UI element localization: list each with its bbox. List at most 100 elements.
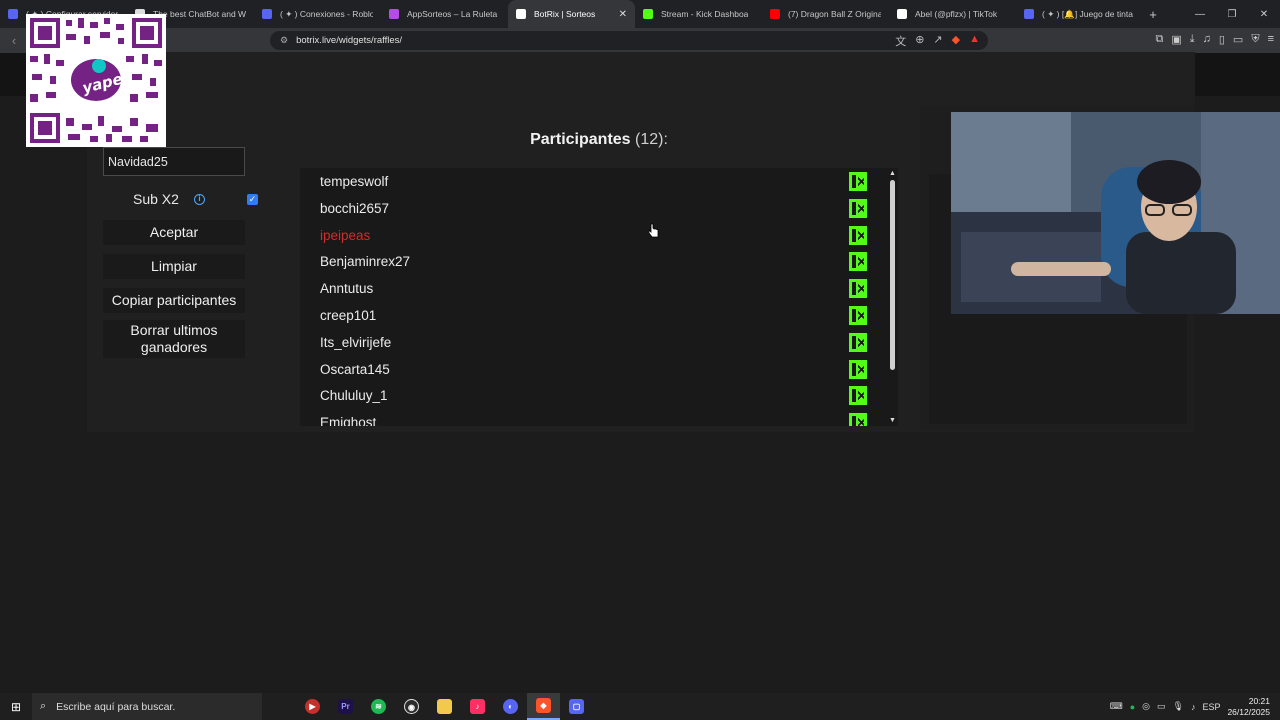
url-bar[interactable]: ⚙ botrix.live/widgets/raffles/ 文 ⊕ ↗ ◆ ▲ bbox=[270, 31, 988, 50]
share-icon[interactable]: ↗ bbox=[933, 33, 942, 49]
participant-row[interactable]: bocchi2657 bbox=[320, 195, 875, 222]
taskbar-app-youtube[interactable]: ▶ bbox=[296, 693, 329, 720]
kick-icon bbox=[849, 198, 867, 218]
kick-icon bbox=[849, 332, 867, 352]
scroll-thumb[interactable] bbox=[890, 180, 895, 370]
kick-icon bbox=[849, 359, 867, 379]
info-icon[interactable]: i bbox=[193, 193, 205, 205]
taskbar-app-tiktok[interactable]: ♪ bbox=[461, 693, 494, 720]
taskbar-app-brave[interactable]: ◆ bbox=[527, 693, 560, 720]
tab-favicon-icon bbox=[770, 9, 780, 19]
participant-row[interactable]: Oscarta145 bbox=[320, 356, 875, 383]
close-tab-icon[interactable]: ✕ bbox=[619, 9, 627, 20]
obs-icon: ◉ bbox=[404, 699, 419, 714]
participants-count: (12): bbox=[635, 131, 668, 148]
wallet-icon[interactable]: ▭ bbox=[1233, 33, 1243, 46]
participant-row[interactable]: Chululuy_1 bbox=[320, 382, 875, 409]
vpn-icon[interactable]: ⛨ bbox=[1251, 33, 1259, 46]
menu-icon[interactable]: ≡ bbox=[1268, 33, 1274, 46]
translate-icon[interactable]: 文 bbox=[895, 33, 906, 49]
tab-favicon-icon bbox=[262, 9, 272, 19]
toolbar-icons: ⧉ ▣ ⤓ ♫ ▯ ▭ ⛨ ≡ bbox=[1155, 33, 1274, 46]
kick-icon bbox=[849, 279, 867, 299]
participant-row[interactable]: Benjaminrex27 bbox=[320, 248, 875, 275]
download-icon[interactable]: ⤓ bbox=[1190, 33, 1195, 46]
kick-icon bbox=[849, 225, 867, 245]
taskbar-search[interactable]: ⌕ Escribe aquí para buscar. bbox=[32, 693, 262, 720]
participant-name: bocchi2657 bbox=[320, 200, 390, 216]
media-icon[interactable]: ♫ bbox=[1203, 33, 1211, 46]
mic-icon[interactable]: 🎙︎ bbox=[1173, 701, 1184, 712]
participant-name: tempeswolf bbox=[320, 174, 389, 189]
tab-favicon-icon bbox=[516, 9, 526, 19]
browser-tab-bar: ( ✦ ) Configurar servidor pThe best Chat… bbox=[0, 0, 1280, 28]
restore-icon[interactable]: ❐ bbox=[1216, 9, 1248, 20]
browser-tab[interactable]: ( ✦ ) Conexiones - Roblox bbox=[254, 0, 381, 28]
sub-x2-checkbox[interactable]: ✓ bbox=[247, 193, 258, 205]
kick-icon bbox=[849, 172, 867, 191]
brave-shields-icon[interactable]: ◆ bbox=[952, 33, 960, 49]
windows-start-icon[interactable]: ⊞ bbox=[0, 700, 32, 714]
participants-list[interactable]: tempeswolf bocchi2657 ipeipeas Benjaminrex2… bbox=[300, 168, 898, 426]
screenshot-icon[interactable]: ▣ bbox=[1171, 33, 1181, 46]
browser-tab[interactable]: Abel (@pflzx) | TikTok bbox=[889, 0, 1016, 28]
participant-row[interactable]: creep101 bbox=[320, 302, 875, 329]
clear-button[interactable]: Limpiar bbox=[103, 254, 245, 279]
sub-x2-label: Sub X2 bbox=[133, 191, 179, 207]
network-icon[interactable]: ▭ bbox=[1157, 701, 1166, 712]
discord-icon: ◐ bbox=[503, 699, 518, 714]
tab-label: ( ✦ ) [🔔] Juego de tinta - bbox=[1042, 8, 1135, 19]
browser-tab[interactable]: BotRix | Sorteos ✕ bbox=[508, 0, 635, 28]
clock[interactable]: 20:21 26/12/2025 bbox=[1227, 696, 1270, 718]
tab-favicon-icon bbox=[389, 9, 399, 19]
browser-tab[interactable]: (7) Dragon Ball Z Original bbox=[762, 0, 889, 28]
browser-tab[interactable]: AppSorteos – La Ruleta de bbox=[381, 0, 508, 28]
delete-winners-button[interactable]: Borrar ultimos ganadores bbox=[103, 320, 245, 358]
participant-row[interactable]: Its_elvirijefe bbox=[320, 329, 875, 356]
discord-alt-icon: ▢ bbox=[569, 699, 584, 714]
tab-label: Stream - Kick Dashboa bbox=[661, 9, 749, 19]
participants-title: Participantes (12): bbox=[300, 131, 898, 149]
keyword-input[interactable] bbox=[103, 147, 245, 176]
premiere-icon: Pr bbox=[338, 699, 353, 714]
extensions-icon[interactable]: ⧉ bbox=[1155, 33, 1163, 46]
url-text: botrix.live/widgets/raffles/ bbox=[296, 35, 403, 46]
volume-icon[interactable]: ♪ bbox=[1191, 702, 1196, 712]
taskbar-app-obs[interactable]: ◉ bbox=[395, 693, 428, 720]
participant-name: Anntutus bbox=[320, 281, 374, 297]
youtube-icon: ▶ bbox=[305, 699, 320, 714]
back-arrow-icon[interactable]: ‹ bbox=[0, 33, 28, 48]
folder-icon bbox=[437, 699, 452, 714]
gamepad-icon[interactable]: ⌨ bbox=[1110, 701, 1123, 712]
steam-icon[interactable]: ◎ bbox=[1142, 701, 1150, 712]
taskbar-apps: ▶ Pr ≋ ◉ ♪ ◐ ◆ ▢ bbox=[296, 693, 593, 720]
participant-row[interactable]: Emighost bbox=[320, 409, 875, 426]
zoom-icon[interactable]: ⊕ bbox=[915, 33, 924, 49]
participant-row[interactable]: tempeswolf bbox=[320, 168, 875, 195]
new-tab-button[interactable]: + bbox=[1143, 7, 1163, 22]
browser-tab[interactable]: Stream - Kick Dashboa bbox=[635, 0, 762, 28]
taskbar-app-discord[interactable]: ◐ bbox=[494, 693, 527, 720]
accept-button[interactable]: Aceptar bbox=[103, 220, 245, 245]
participants-scrollbar[interactable]: ▲ ▼ bbox=[889, 170, 897, 426]
sidebar-icon[interactable]: ▯ bbox=[1219, 33, 1225, 46]
minimize-icon[interactable]: — bbox=[1184, 9, 1216, 20]
close-window-icon[interactable]: ✕ bbox=[1248, 9, 1280, 20]
clock-date: 26/12/2025 bbox=[1227, 706, 1270, 717]
brave-rewards-icon[interactable]: ▲ bbox=[969, 33, 980, 49]
webcam-overlay bbox=[951, 112, 1280, 314]
taskbar-app-spotify[interactable]: ≋ bbox=[362, 693, 395, 720]
taskbar-app-premiere[interactable]: Pr bbox=[329, 693, 362, 720]
scroll-up-icon[interactable]: ▲ bbox=[889, 170, 896, 177]
browser-tab[interactable]: ( ✦ ) [🔔] Juego de tinta - bbox=[1016, 0, 1143, 28]
spotify-tray-icon[interactable]: ● bbox=[1130, 702, 1135, 712]
site-settings-icon[interactable]: ⚙ bbox=[280, 35, 288, 46]
participant-row[interactable]: ipeipeas bbox=[320, 222, 875, 249]
copy-participants-button[interactable]: Copiar participantes bbox=[103, 288, 245, 313]
scroll-down-icon[interactable]: ▼ bbox=[889, 417, 896, 424]
taskbar-app-explorer[interactable] bbox=[428, 693, 461, 720]
participant-row[interactable]: Anntutus bbox=[320, 275, 875, 302]
participant-name: Its_elvirijefe bbox=[320, 334, 392, 350]
taskbar-app-discord-2[interactable]: ▢ bbox=[560, 693, 593, 720]
language-indicator[interactable]: ESP bbox=[1202, 702, 1220, 712]
